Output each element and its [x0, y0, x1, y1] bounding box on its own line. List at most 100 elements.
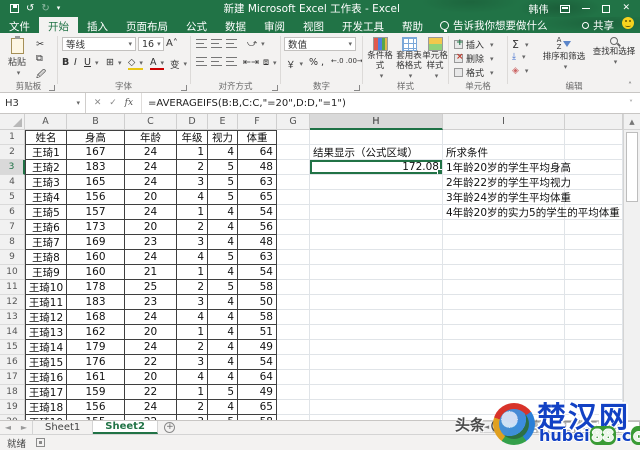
cell[interactable]: 2	[177, 340, 208, 355]
cell[interactable]	[565, 145, 623, 160]
phonetic-guide-button[interactable]: 变 ▾	[170, 57, 187, 71]
number-dialog-launcher[interactable]	[354, 85, 360, 91]
cell[interactable]	[277, 370, 310, 385]
cell[interactable]	[565, 280, 623, 295]
cell[interactable]	[443, 325, 565, 340]
cell[interactable]: 56	[238, 220, 277, 235]
row-header-12[interactable]: 12	[0, 295, 25, 310]
tab-ribbon-7[interactable]: 视图	[294, 17, 333, 33]
column-header-D[interactable]: D	[177, 114, 208, 130]
grow-font-icon[interactable]: A˄	[166, 38, 178, 49]
column-header-F[interactable]: F	[238, 114, 277, 130]
cell[interactable]: 体重	[238, 130, 277, 145]
cell[interactable]: 178	[67, 280, 125, 295]
cell[interactable]	[277, 355, 310, 370]
horizontal-scrollbar[interactable]: ◄	[480, 421, 640, 433]
cell[interactable]	[277, 340, 310, 355]
cell[interactable]: 24	[125, 340, 177, 355]
cell[interactable]: 63	[238, 175, 277, 190]
cell[interactable]: 5	[208, 160, 238, 175]
cell[interactable]: 63	[238, 250, 277, 265]
cell[interactable]: 1	[177, 205, 208, 220]
font-name-select[interactable]: 等线 ▾	[62, 37, 136, 51]
cell[interactable]: 64	[238, 145, 277, 160]
cell[interactable]	[443, 340, 565, 355]
clipboard-dialog-launcher[interactable]	[49, 85, 55, 91]
row-header-2[interactable]: 2	[0, 145, 25, 160]
redo-icon[interactable]: ↻	[41, 3, 49, 14]
align-middle-icon[interactable]	[211, 39, 222, 48]
indent-icons[interactable]: ⇤⇥	[243, 57, 259, 68]
cell-condition[interactable]: 4年龄20岁的实力5的学生的平均体重	[443, 205, 620, 220]
cell[interactable]	[277, 295, 310, 310]
cell[interactable]	[310, 295, 443, 310]
cell[interactable]: 64	[238, 370, 277, 385]
cell[interactable]: 25	[125, 280, 177, 295]
cell[interactable]: 5	[208, 385, 238, 400]
row-header-3[interactable]: 3	[0, 160, 25, 175]
column-header-H[interactable]: H	[310, 114, 443, 130]
cell[interactable]: 1	[177, 325, 208, 340]
tab-ribbon-9[interactable]: 帮助	[393, 17, 432, 33]
scroll-left-icon[interactable]: ◄	[480, 421, 493, 433]
cell[interactable]	[443, 310, 565, 325]
cell-condition[interactable]: 1年龄20岁的学生平均身高	[443, 160, 571, 175]
vertical-scrollbar[interactable]: ▲	[623, 114, 640, 420]
cell[interactable]	[565, 235, 623, 250]
cell[interactable]: 21	[125, 265, 177, 280]
row-header-15[interactable]: 15	[0, 340, 25, 355]
cell[interactable]: 5	[208, 175, 238, 190]
cell[interactable]	[565, 190, 623, 205]
cell[interactable]: 4	[208, 400, 238, 415]
fill-button[interactable]: ⤓ ▾	[512, 52, 526, 62]
close-button[interactable]: ✕	[622, 4, 630, 13]
sheet-nav-left-icon[interactable]: ◄	[0, 421, 16, 434]
undo-icon[interactable]: ↺	[26, 3, 34, 14]
row-header-13[interactable]: 13	[0, 310, 25, 325]
sort-filter-button[interactable]: AZ 排序和筛选 ▾	[540, 37, 588, 71]
cell[interactable]: 2	[177, 220, 208, 235]
cell[interactable]: 159	[67, 385, 125, 400]
cell[interactable]: 22	[125, 355, 177, 370]
cell[interactable]: 1	[177, 265, 208, 280]
column-header-B[interactable]: B	[67, 114, 125, 130]
cell[interactable]	[310, 265, 443, 280]
delete-cells-button[interactable]: 删除▾	[454, 52, 494, 65]
cell[interactable]: 48	[238, 160, 277, 175]
cell[interactable]: 22	[125, 385, 177, 400]
cell[interactable]: 24	[125, 310, 177, 325]
cell[interactable]: 165	[67, 175, 125, 190]
merge-center-icon[interactable]: ⧈ ▾	[263, 57, 277, 68]
number-format-select[interactable]: 数值 ▾	[284, 37, 356, 51]
cell[interactable]	[565, 160, 623, 175]
cell[interactable]: 王琦3	[25, 175, 67, 190]
orientation-icon[interactable]: ⤻ ▾	[247, 38, 265, 49]
cell[interactable]	[565, 370, 623, 385]
cell[interactable]: 4	[177, 250, 208, 265]
sheet-tab-sheet1[interactable]: Sheet1	[32, 421, 94, 434]
cell[interactable]: 3	[177, 235, 208, 250]
row-header-18[interactable]: 18	[0, 385, 25, 400]
cell[interactable]	[310, 130, 443, 145]
cell[interactable]: 4	[177, 370, 208, 385]
cell[interactable]: 王琦9	[25, 265, 67, 280]
align-right-icon[interactable]	[226, 57, 237, 66]
cell[interactable]: 王琦18	[25, 400, 67, 415]
cell[interactable]: 173	[67, 220, 125, 235]
tab-ribbon-1[interactable]: 开始	[39, 17, 78, 33]
row-header-4[interactable]: 4	[0, 175, 25, 190]
cell[interactable]: 54	[238, 205, 277, 220]
cell[interactable]: 年龄	[125, 130, 177, 145]
row-header-9[interactable]: 9	[0, 250, 25, 265]
cell[interactable]: 4	[208, 370, 238, 385]
cell[interactable]	[277, 400, 310, 415]
paste-button[interactable]: 粘贴 ▾	[8, 36, 26, 77]
cell[interactable]: 48	[238, 235, 277, 250]
cell[interactable]	[443, 130, 565, 145]
cell[interactable]: 24	[125, 400, 177, 415]
cell[interactable]: 4	[208, 310, 238, 325]
cell[interactable]: 3	[177, 295, 208, 310]
cell[interactable]	[310, 400, 443, 415]
cell[interactable]	[565, 310, 623, 325]
cell[interactable]	[443, 235, 565, 250]
